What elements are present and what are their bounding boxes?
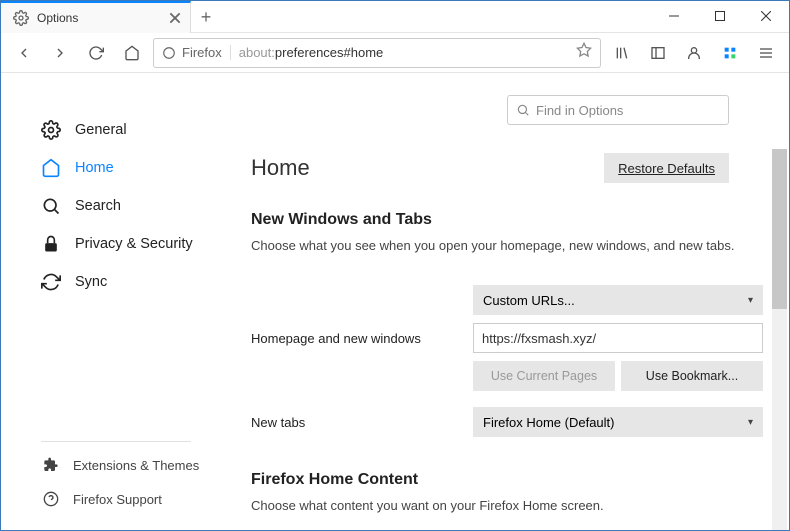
section-desc-nwt: Choose what you see when you open your h…	[251, 237, 765, 255]
chevron-down-icon: ▾	[748, 295, 753, 306]
search-icon	[516, 103, 530, 117]
homepage-label: Homepage and new windows	[251, 331, 473, 346]
sidebar-button[interactable]	[643, 38, 673, 68]
main-content: Find in Options Home Restore Defaults Ne…	[221, 73, 789, 530]
sidebar-item-search[interactable]: Search	[1, 187, 221, 225]
bookmark-star-icon[interactable]	[576, 42, 592, 63]
sidebar-item-label: Sync	[75, 274, 107, 290]
search-placeholder: Find in Options	[536, 103, 623, 118]
new-tab-button[interactable]: +	[191, 1, 221, 33]
close-window-button[interactable]	[743, 1, 789, 31]
account-button[interactable]	[679, 38, 709, 68]
sidebar: General Home Search Privacy & Security S…	[1, 73, 221, 530]
sync-icon	[41, 272, 61, 292]
sidebar-item-label: Firefox Support	[73, 492, 162, 507]
use-bookmark-button[interactable]: Use Bookmark...	[621, 361, 763, 391]
identity-label: Firefox	[182, 45, 222, 60]
search-input[interactable]: Find in Options	[507, 95, 729, 125]
browser-tab[interactable]: Options	[1, 1, 191, 33]
firefox-icon	[162, 46, 176, 60]
homepage-url-input[interactable]	[473, 323, 763, 353]
maximize-button[interactable]	[697, 1, 743, 31]
sidebar-item-home[interactable]: Home	[1, 149, 221, 187]
gear-icon	[41, 120, 61, 140]
reload-button[interactable]	[81, 38, 111, 68]
homepage-select[interactable]: Custom URLs... ▾	[473, 285, 763, 315]
newtabs-label: New tabs	[251, 415, 473, 430]
menu-button[interactable]	[751, 38, 781, 68]
puzzle-icon	[41, 455, 61, 475]
page-title: Home	[251, 155, 310, 181]
section-desc-fhc: Choose what content you want on your Fir…	[251, 497, 765, 515]
sidebar-item-sync[interactable]: Sync	[1, 263, 221, 301]
close-icon[interactable]	[168, 11, 182, 25]
newtabs-select[interactable]: Firefox Home (Default) ▾	[473, 407, 763, 437]
sidebar-support[interactable]: Firefox Support	[1, 482, 221, 516]
tab-title: Options	[37, 11, 160, 25]
sidebar-item-label: Search	[75, 198, 121, 214]
forward-button[interactable]	[45, 38, 75, 68]
minimize-button[interactable]	[651, 1, 697, 31]
section-heading-nwt: New Windows and Tabs	[251, 211, 765, 229]
sidebar-extensions[interactable]: Extensions & Themes	[1, 448, 221, 482]
section-heading-fhc: Firefox Home Content	[251, 471, 765, 489]
chevron-down-icon: ▾	[748, 417, 753, 428]
sidebar-item-label: Extensions & Themes	[73, 458, 199, 473]
sidebar-item-privacy[interactable]: Privacy & Security	[1, 225, 221, 263]
sidebar-item-general[interactable]: General	[1, 111, 221, 149]
url-bar[interactable]: Firefox about:preferences#home	[153, 38, 601, 68]
divider	[41, 441, 191, 442]
restore-defaults-button[interactable]: Restore Defaults	[604, 153, 729, 183]
sidebar-item-label: Privacy & Security	[75, 236, 193, 252]
use-current-pages-button[interactable]: Use Current Pages	[473, 361, 615, 391]
titlebar: Options +	[1, 1, 789, 33]
library-button[interactable]	[607, 38, 637, 68]
back-button[interactable]	[9, 38, 39, 68]
sidebar-item-label: General	[75, 122, 127, 138]
toolbar: Firefox about:preferences#home	[1, 33, 789, 73]
home-icon	[41, 158, 61, 178]
addons-button[interactable]	[715, 38, 745, 68]
scrollbar-thumb[interactable]	[772, 149, 787, 309]
url-text: about:preferences#home	[239, 45, 568, 60]
home-button[interactable]	[117, 38, 147, 68]
lock-icon	[41, 234, 61, 254]
sidebar-item-label: Home	[75, 160, 114, 176]
help-icon	[41, 489, 61, 509]
identity-box[interactable]: Firefox	[162, 45, 231, 60]
gear-icon	[13, 10, 29, 26]
search-icon	[41, 196, 61, 216]
scrollbar[interactable]	[772, 149, 787, 530]
